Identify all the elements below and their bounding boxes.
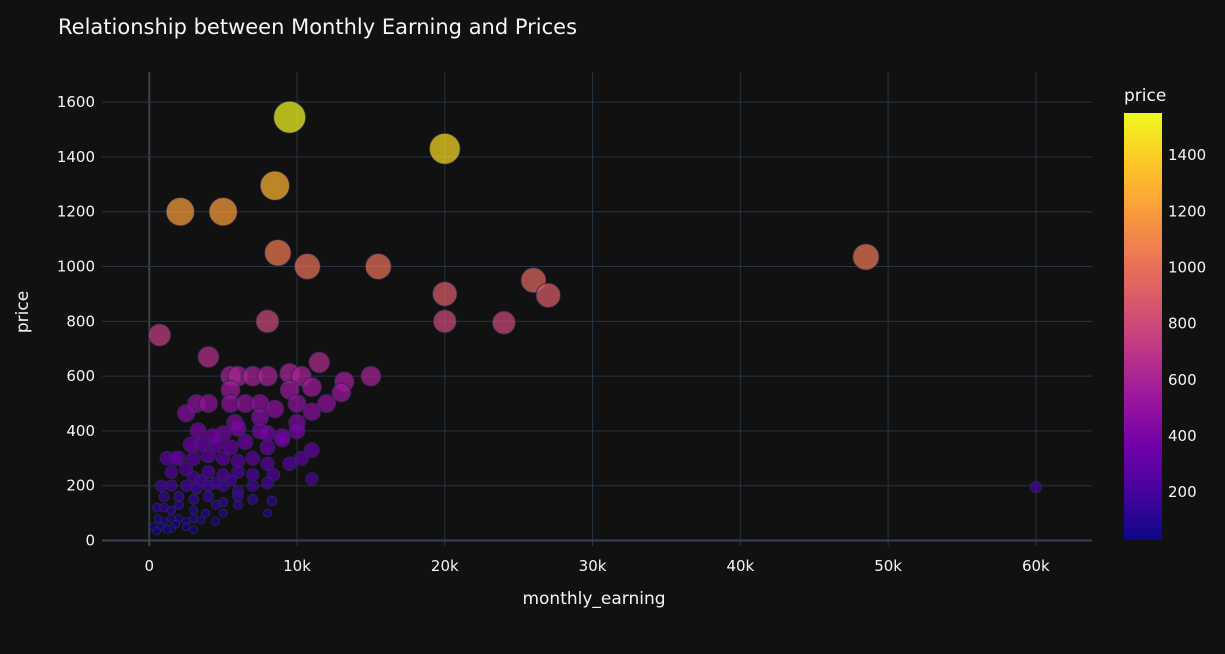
scatter-point[interactable]	[535, 282, 561, 308]
scatter-point[interactable]	[852, 243, 880, 271]
scatter-point[interactable]	[198, 394, 218, 414]
scatter-point[interactable]	[1029, 480, 1042, 494]
scatter-point[interactable]	[429, 132, 461, 165]
scatter-point[interactable]	[190, 482, 203, 495]
scatter-point[interactable]	[259, 425, 276, 443]
y-tick-label: 0	[85, 532, 95, 550]
colorbar-tick-label: 1000	[1168, 259, 1206, 277]
scatter-point[interactable]	[308, 351, 331, 374]
scatter-point[interactable]	[360, 365, 382, 387]
scatter-point[interactable]	[173, 499, 184, 510]
scatter-point[interactable]	[165, 479, 178, 492]
scatter-point[interactable]	[158, 491, 170, 503]
scatter-point[interactable]	[189, 525, 199, 534]
y-tick-label: 800	[66, 312, 95, 330]
scatter-point[interactable]	[245, 450, 261, 466]
colorbar-tick-label: 200	[1168, 483, 1197, 501]
scatter-point[interactable]	[188, 494, 200, 505]
colorbar-title: price	[1124, 86, 1166, 106]
scatter-point[interactable]	[189, 514, 199, 524]
x-tick-label: 10k	[283, 557, 311, 575]
scatter-point[interactable]	[259, 439, 276, 456]
scatter-point[interactable]	[257, 365, 278, 387]
scatter-point[interactable]	[274, 430, 291, 448]
scatter-point[interactable]	[166, 505, 177, 516]
scatter-point[interactable]	[217, 479, 230, 492]
scatter-point[interactable]	[237, 433, 254, 450]
scatter-point[interactable]	[200, 447, 216, 464]
scatter-point[interactable]	[255, 309, 280, 334]
y-tick-label: 600	[66, 367, 95, 385]
scatter-point[interactable]	[262, 508, 272, 518]
scatter-point[interactable]	[202, 491, 214, 503]
scatter-point[interactable]	[168, 450, 184, 466]
y-tick-label: 1200	[57, 203, 95, 221]
x-tick-label: 40k	[726, 557, 754, 575]
colorbar-tick-label: 1200	[1168, 202, 1206, 220]
x-tick-label: 20k	[431, 557, 459, 575]
colorbar-tick-label: 1400	[1168, 146, 1206, 164]
scatter-point[interactable]	[196, 515, 206, 525]
scatter-point[interactable]	[189, 422, 207, 440]
scatter-point[interactable]	[259, 170, 290, 201]
x-axis-title: monthly_earning	[522, 589, 665, 609]
scatter-point[interactable]	[282, 456, 297, 472]
y-axis-title: price	[13, 291, 33, 333]
x-tick-label: 0	[145, 557, 155, 575]
scatter-point[interactable]	[208, 197, 238, 227]
y-tick-label: 1400	[57, 148, 95, 166]
y-tick-label: 400	[66, 422, 95, 440]
x-tick-label: 50k	[874, 557, 902, 575]
scatter-point[interactable]	[152, 526, 162, 536]
scatter-point[interactable]	[148, 323, 172, 347]
colorbar-tick-label: 600	[1168, 371, 1197, 389]
scatter-point[interactable]	[218, 508, 228, 518]
x-tick-label: 60k	[1022, 557, 1050, 575]
scatter-point[interactable]	[162, 525, 172, 534]
scatter-point[interactable]	[294, 253, 321, 280]
scatter-point[interactable]	[247, 494, 259, 505]
scatter-point[interactable]	[301, 377, 322, 398]
chart: Relationship between Monthly Earning and…	[0, 0, 1225, 654]
scatter-point[interactable]	[197, 346, 220, 368]
scatter-point[interactable]	[432, 281, 458, 307]
scatter-point[interactable]	[211, 516, 221, 526]
scatter-point[interactable]	[210, 499, 221, 510]
colorbar-tick-label: 800	[1168, 315, 1197, 333]
scatter-point[interactable]	[202, 479, 215, 492]
scatter-point[interactable]	[177, 403, 196, 423]
scatter-point[interactable]	[273, 100, 307, 134]
scatter-point[interactable]	[229, 419, 247, 437]
scatter-point[interactable]	[261, 476, 274, 490]
scatter-point[interactable]	[246, 468, 260, 482]
scatter-point[interactable]	[155, 479, 168, 492]
scatter-point[interactable]	[164, 465, 179, 479]
y-tick-label: 1600	[57, 93, 95, 111]
scatter-point[interactable]	[365, 253, 392, 280]
chart-background	[0, 0, 1225, 654]
scatter-point[interactable]	[305, 472, 319, 486]
scatter-point[interactable]	[266, 495, 278, 507]
chart-title: Relationship between Monthly Earning and…	[58, 15, 577, 39]
colorbar	[1124, 113, 1162, 540]
scatter-point[interactable]	[246, 479, 259, 492]
scatter-point[interactable]	[492, 310, 516, 335]
scatter-point[interactable]	[302, 402, 322, 421]
scatter-point[interactable]	[180, 479, 193, 492]
scatter-point[interactable]	[188, 505, 199, 516]
y-tick-label: 1000	[57, 258, 95, 276]
scatter-point[interactable]	[232, 499, 243, 510]
scatter-point[interactable]	[215, 450, 231, 466]
y-tick-label: 200	[66, 477, 95, 495]
scatter-point[interactable]	[165, 197, 195, 227]
scatter-point[interactable]	[288, 422, 306, 440]
scatter-point[interactable]	[264, 239, 292, 267]
x-tick-label: 30k	[579, 557, 607, 575]
scatter-point[interactable]	[181, 522, 191, 532]
colorbar-tick-label: 400	[1168, 427, 1197, 445]
scatter-point[interactable]	[432, 309, 457, 334]
